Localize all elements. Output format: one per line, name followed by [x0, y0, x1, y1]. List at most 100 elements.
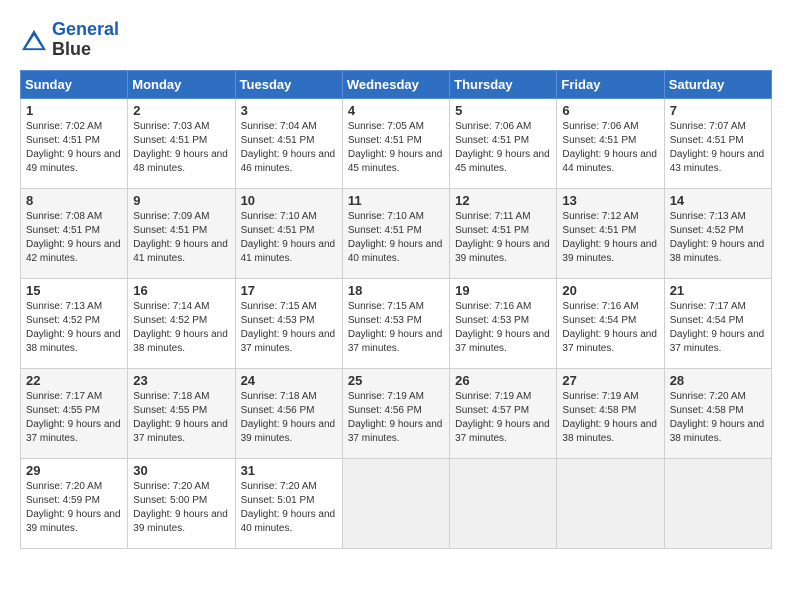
- calendar-cell: 31 Sunrise: 7:20 AM Sunset: 5:01 PM Dayl…: [235, 458, 342, 548]
- calendar-cell: 15 Sunrise: 7:13 AM Sunset: 4:52 PM Dayl…: [21, 278, 128, 368]
- day-number: 15: [26, 283, 122, 298]
- day-info: Sunrise: 7:16 AM Sunset: 4:54 PM Dayligh…: [562, 300, 658, 356]
- calendar-cell: 1 Sunrise: 7:02 AM Sunset: 4:51 PM Dayli…: [21, 98, 128, 188]
- calendar-cell: 11 Sunrise: 7:10 AM Sunset: 4:51 PM Dayl…: [342, 188, 449, 278]
- day-info: Sunrise: 7:16 AM Sunset: 4:53 PM Dayligh…: [455, 300, 551, 356]
- calendar-header-friday: Friday: [557, 70, 664, 98]
- day-info: Sunrise: 7:09 AM Sunset: 4:51 PM Dayligh…: [133, 210, 229, 266]
- day-number: 11: [348, 193, 444, 208]
- calendar-week-row: 1 Sunrise: 7:02 AM Sunset: 4:51 PM Dayli…: [21, 98, 772, 188]
- day-number: 4: [348, 103, 444, 118]
- day-info: Sunrise: 7:11 AM Sunset: 4:51 PM Dayligh…: [455, 210, 551, 266]
- calendar-cell: 5 Sunrise: 7:06 AM Sunset: 4:51 PM Dayli…: [450, 98, 557, 188]
- day-info: Sunrise: 7:10 AM Sunset: 4:51 PM Dayligh…: [348, 210, 444, 266]
- day-number: 21: [670, 283, 766, 298]
- day-number: 18: [348, 283, 444, 298]
- calendar-cell: 17 Sunrise: 7:15 AM Sunset: 4:53 PM Dayl…: [235, 278, 342, 368]
- calendar-cell: 26 Sunrise: 7:19 AM Sunset: 4:57 PM Dayl…: [450, 368, 557, 458]
- calendar-cell: [557, 458, 664, 548]
- calendar-cell: 3 Sunrise: 7:04 AM Sunset: 4:51 PM Dayli…: [235, 98, 342, 188]
- logo-text: General Blue: [52, 20, 119, 60]
- calendar-cell: [450, 458, 557, 548]
- calendar-cell: 30 Sunrise: 7:20 AM Sunset: 5:00 PM Dayl…: [128, 458, 235, 548]
- day-info: Sunrise: 7:15 AM Sunset: 4:53 PM Dayligh…: [348, 300, 444, 356]
- day-info: Sunrise: 7:17 AM Sunset: 4:55 PM Dayligh…: [26, 390, 122, 446]
- day-info: Sunrise: 7:19 AM Sunset: 4:58 PM Dayligh…: [562, 390, 658, 446]
- day-number: 27: [562, 373, 658, 388]
- calendar-cell: 9 Sunrise: 7:09 AM Sunset: 4:51 PM Dayli…: [128, 188, 235, 278]
- day-info: Sunrise: 7:20 AM Sunset: 5:00 PM Dayligh…: [133, 480, 229, 536]
- calendar-week-row: 29 Sunrise: 7:20 AM Sunset: 4:59 PM Dayl…: [21, 458, 772, 548]
- calendar-cell: 22 Sunrise: 7:17 AM Sunset: 4:55 PM Dayl…: [21, 368, 128, 458]
- day-info: Sunrise: 7:17 AM Sunset: 4:54 PM Dayligh…: [670, 300, 766, 356]
- day-number: 8: [26, 193, 122, 208]
- calendar-cell: 7 Sunrise: 7:07 AM Sunset: 4:51 PM Dayli…: [664, 98, 771, 188]
- calendar-body: 1 Sunrise: 7:02 AM Sunset: 4:51 PM Dayli…: [21, 98, 772, 548]
- day-info: Sunrise: 7:20 AM Sunset: 4:58 PM Dayligh…: [670, 390, 766, 446]
- calendar-cell: 8 Sunrise: 7:08 AM Sunset: 4:51 PM Dayli…: [21, 188, 128, 278]
- day-info: Sunrise: 7:08 AM Sunset: 4:51 PM Dayligh…: [26, 210, 122, 266]
- day-info: Sunrise: 7:13 AM Sunset: 4:52 PM Dayligh…: [670, 210, 766, 266]
- calendar-cell: 24 Sunrise: 7:18 AM Sunset: 4:56 PM Dayl…: [235, 368, 342, 458]
- day-number: 26: [455, 373, 551, 388]
- calendar-cell: 12 Sunrise: 7:11 AM Sunset: 4:51 PM Dayl…: [450, 188, 557, 278]
- day-number: 16: [133, 283, 229, 298]
- day-info: Sunrise: 7:12 AM Sunset: 4:51 PM Dayligh…: [562, 210, 658, 266]
- day-number: 20: [562, 283, 658, 298]
- calendar-cell: 16 Sunrise: 7:14 AM Sunset: 4:52 PM Dayl…: [128, 278, 235, 368]
- day-number: 28: [670, 373, 766, 388]
- calendar-week-row: 8 Sunrise: 7:08 AM Sunset: 4:51 PM Dayli…: [21, 188, 772, 278]
- day-info: Sunrise: 7:20 AM Sunset: 5:01 PM Dayligh…: [241, 480, 337, 536]
- calendar-cell: 4 Sunrise: 7:05 AM Sunset: 4:51 PM Dayli…: [342, 98, 449, 188]
- calendar-header-thursday: Thursday: [450, 70, 557, 98]
- calendar-cell: 14 Sunrise: 7:13 AM Sunset: 4:52 PM Dayl…: [664, 188, 771, 278]
- day-info: Sunrise: 7:03 AM Sunset: 4:51 PM Dayligh…: [133, 120, 229, 176]
- day-number: 19: [455, 283, 551, 298]
- calendar-header-tuesday: Tuesday: [235, 70, 342, 98]
- day-number: 22: [26, 373, 122, 388]
- calendar-cell: [664, 458, 771, 548]
- calendar-cell: 20 Sunrise: 7:16 AM Sunset: 4:54 PM Dayl…: [557, 278, 664, 368]
- day-info: Sunrise: 7:07 AM Sunset: 4:51 PM Dayligh…: [670, 120, 766, 176]
- calendar-cell: 21 Sunrise: 7:17 AM Sunset: 4:54 PM Dayl…: [664, 278, 771, 368]
- day-info: Sunrise: 7:04 AM Sunset: 4:51 PM Dayligh…: [241, 120, 337, 176]
- day-info: Sunrise: 7:18 AM Sunset: 4:55 PM Dayligh…: [133, 390, 229, 446]
- calendar-cell: 2 Sunrise: 7:03 AM Sunset: 4:51 PM Dayli…: [128, 98, 235, 188]
- calendar-week-row: 22 Sunrise: 7:17 AM Sunset: 4:55 PM Dayl…: [21, 368, 772, 458]
- calendar-cell: 10 Sunrise: 7:10 AM Sunset: 4:51 PM Dayl…: [235, 188, 342, 278]
- calendar-cell: 18 Sunrise: 7:15 AM Sunset: 4:53 PM Dayl…: [342, 278, 449, 368]
- day-number: 10: [241, 193, 337, 208]
- day-number: 29: [26, 463, 122, 478]
- calendar-header-saturday: Saturday: [664, 70, 771, 98]
- calendar-header-sunday: Sunday: [21, 70, 128, 98]
- day-number: 12: [455, 193, 551, 208]
- day-number: 6: [562, 103, 658, 118]
- day-info: Sunrise: 7:02 AM Sunset: 4:51 PM Dayligh…: [26, 120, 122, 176]
- day-number: 17: [241, 283, 337, 298]
- day-info: Sunrise: 7:18 AM Sunset: 4:56 PM Dayligh…: [241, 390, 337, 446]
- day-number: 2: [133, 103, 229, 118]
- day-number: 25: [348, 373, 444, 388]
- calendar-cell: 25 Sunrise: 7:19 AM Sunset: 4:56 PM Dayl…: [342, 368, 449, 458]
- calendar-header-monday: Monday: [128, 70, 235, 98]
- day-number: 3: [241, 103, 337, 118]
- day-info: Sunrise: 7:20 AM Sunset: 4:59 PM Dayligh…: [26, 480, 122, 536]
- calendar-cell: 13 Sunrise: 7:12 AM Sunset: 4:51 PM Dayl…: [557, 188, 664, 278]
- day-number: 24: [241, 373, 337, 388]
- calendar-cell: 6 Sunrise: 7:06 AM Sunset: 4:51 PM Dayli…: [557, 98, 664, 188]
- logo: General Blue: [20, 20, 119, 60]
- day-info: Sunrise: 7:19 AM Sunset: 4:56 PM Dayligh…: [348, 390, 444, 446]
- header: General Blue: [20, 20, 772, 60]
- calendar-cell: 28 Sunrise: 7:20 AM Sunset: 4:58 PM Dayl…: [664, 368, 771, 458]
- day-number: 14: [670, 193, 766, 208]
- calendar-header-row: SundayMondayTuesdayWednesdayThursdayFrid…: [21, 70, 772, 98]
- day-info: Sunrise: 7:13 AM Sunset: 4:52 PM Dayligh…: [26, 300, 122, 356]
- day-number: 5: [455, 103, 551, 118]
- day-number: 1: [26, 103, 122, 118]
- day-info: Sunrise: 7:14 AM Sunset: 4:52 PM Dayligh…: [133, 300, 229, 356]
- calendar-cell: [342, 458, 449, 548]
- calendar-header-wednesday: Wednesday: [342, 70, 449, 98]
- day-info: Sunrise: 7:10 AM Sunset: 4:51 PM Dayligh…: [241, 210, 337, 266]
- day-number: 13: [562, 193, 658, 208]
- day-info: Sunrise: 7:15 AM Sunset: 4:53 PM Dayligh…: [241, 300, 337, 356]
